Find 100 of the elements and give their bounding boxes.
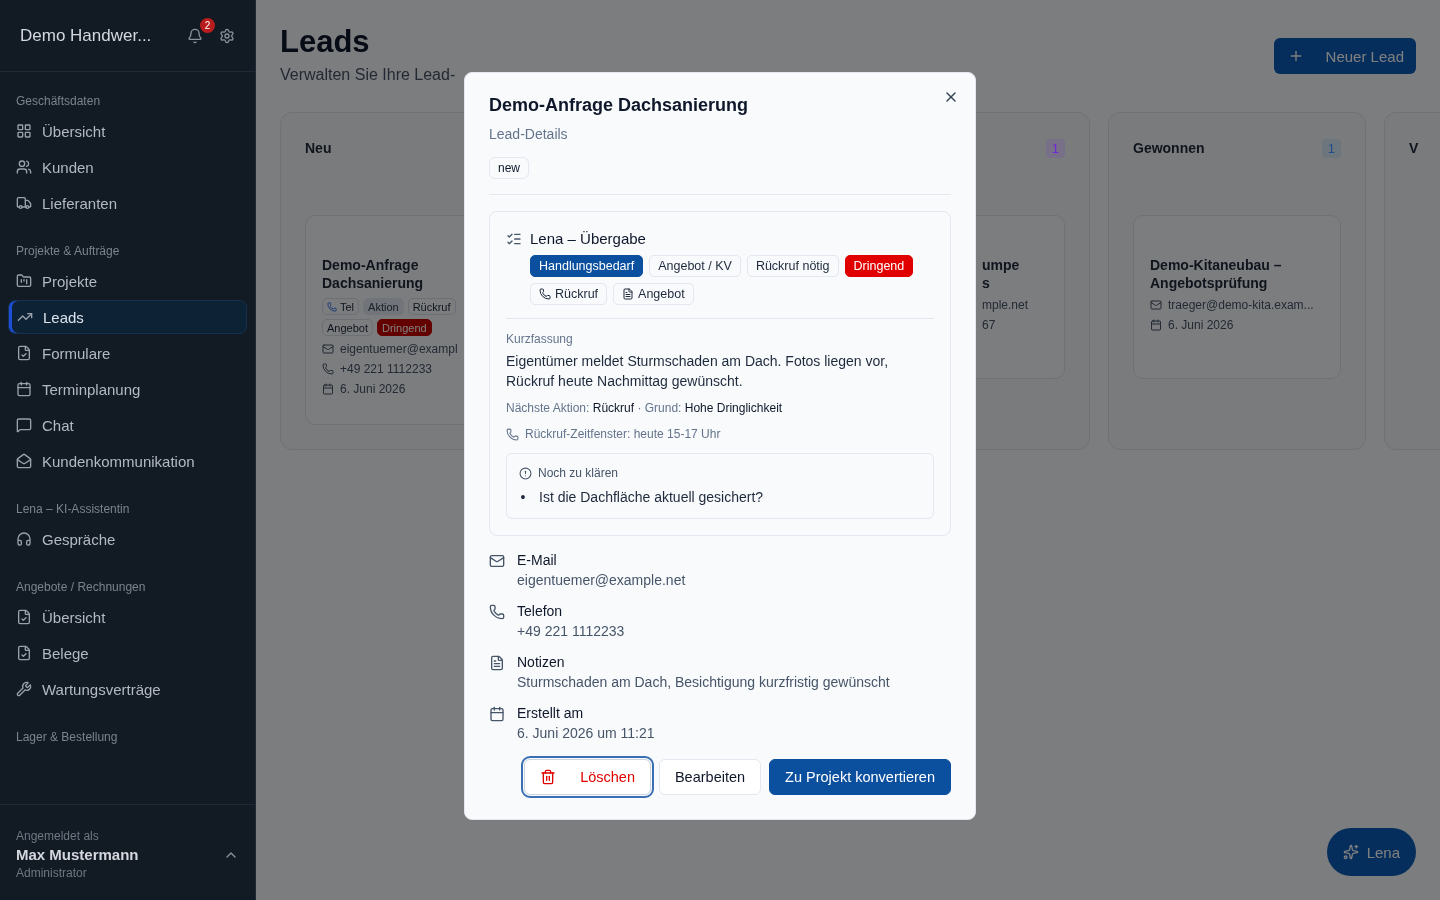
envelope-icon	[16, 453, 32, 469]
calendar-icon	[16, 381, 32, 397]
nav-section-title: Lena – KI-Assistentin	[15, 501, 131, 518]
convert-button[interactable]: Zu Projekt konvertieren	[769, 759, 951, 795]
tag: Aktion	[363, 298, 404, 315]
chat-icon	[16, 417, 32, 433]
grid-icon	[16, 123, 32, 139]
nav-item[interactable]: Belege	[8, 636, 247, 670]
settings-button[interactable]	[219, 27, 235, 44]
document-icon	[622, 288, 635, 300]
action-chip[interactable]: Rückruf	[530, 283, 608, 305]
card-phone: 67	[982, 318, 996, 332]
tag: Angebot	[322, 319, 373, 336]
detail-value: eigentuemer@example.net	[517, 572, 686, 588]
nav-section-title: Projekte & Aufträge	[15, 243, 121, 260]
tag: Rückruf nötig	[746, 255, 839, 277]
detail-value: Sturmschaden am Dach, Besichtigung kurzfristig gewünscht	[517, 674, 890, 690]
detail-label: Erstellt am	[517, 705, 585, 721]
brand-name: Demo Handwer...	[20, 25, 153, 46]
dialog-subtitle: Lead-Details	[489, 126, 569, 142]
nav-item[interactable]: Wartungsverträge	[8, 672, 247, 706]
card-date: 6. Juni 2026	[1168, 318, 1234, 332]
notification-button[interactable]	[187, 27, 203, 44]
file-check-icon	[16, 345, 32, 361]
open-questions-title: Noch zu klären	[538, 466, 619, 480]
count-badge: 1	[1045, 138, 1065, 158]
trash-icon	[540, 769, 557, 785]
lead-card[interactable]: Demo-Kitaneubau – Angebotsprüfung traeger@demo-kita.exam... 6. Juni 2026	[1133, 215, 1341, 379]
nav-section-title: Geschäftsdaten	[15, 93, 102, 110]
column-title: Neu	[305, 140, 332, 156]
tag: Tel	[322, 298, 360, 315]
folder-icon	[16, 273, 32, 289]
card-title: umpe s	[982, 256, 1021, 292]
tag: Angebot / KV	[649, 255, 741, 277]
truck-icon	[16, 195, 32, 211]
phone-icon	[506, 427, 519, 441]
tag: Dringend	[844, 255, 914, 277]
detail-label: Telefon	[517, 603, 564, 619]
users-icon	[16, 159, 32, 175]
nav-item[interactable]: Projekte	[8, 264, 247, 298]
dialog-title: Demo-Anfrage Dachsanierung	[489, 95, 750, 116]
detail-value: 6. Juni 2026 um 11:21	[517, 725, 655, 741]
mail-icon	[489, 553, 505, 569]
count-badge: 1	[1321, 138, 1341, 158]
column-title: V	[1409, 140, 1419, 156]
card-email: eigentuemer@exampl	[340, 342, 458, 356]
nav-item[interactable]: Terminplanung	[8, 372, 247, 406]
headphones-icon	[16, 531, 32, 547]
sparkle-icon	[1342, 844, 1359, 860]
card-phone: +49 221 1112233	[340, 362, 432, 376]
tag: Rückruf	[407, 298, 456, 315]
user-caption: Angemeldet als	[16, 829, 100, 843]
page-subtitle: Verwalten Sie Ihre Lead-	[280, 66, 456, 84]
callback-window-text: Rückruf-Zeitfenster: heute 15-17 Uhr	[525, 427, 721, 441]
alert-icon	[519, 466, 532, 480]
phone-icon	[539, 288, 551, 300]
card-email: mple.net	[982, 298, 1029, 312]
document-icon	[489, 655, 505, 671]
card-date: 6. Juni 2026	[340, 382, 406, 396]
bullet: •	[519, 488, 527, 506]
phone-icon	[327, 301, 337, 312]
question-item: Ist die Dachfläche aktuell gesichert?	[539, 488, 764, 506]
nav-section-title: Lager & Bestellung	[15, 729, 119, 746]
mail-icon	[1150, 299, 1162, 311]
card-email: traeger@demo-kita.exam...	[1168, 298, 1314, 312]
calendar-icon	[322, 383, 334, 395]
nav-item[interactable]: Leads	[8, 300, 247, 334]
nav-item[interactable]: Übersicht	[8, 600, 247, 634]
nav-item[interactable]: Übersicht	[8, 114, 247, 148]
phone-icon	[489, 604, 505, 620]
nav-item[interactable]: Kunden	[8, 150, 247, 184]
wrench-icon	[16, 681, 32, 697]
detail-label: Notizen	[517, 654, 566, 670]
tag: Handlungsbedarf	[530, 255, 644, 277]
user-role: Administrator	[16, 866, 88, 880]
tag: Dringend	[377, 319, 432, 336]
phone-icon	[322, 363, 334, 375]
nav-item[interactable]: Lieferanten	[8, 186, 247, 220]
page-title: Leads	[280, 24, 371, 60]
card-title: Demo-Anfrage Dachsanierung	[322, 256, 425, 292]
nav-item[interactable]: Formulare	[8, 336, 247, 370]
mail-icon	[322, 343, 334, 355]
detail-label: E-Mail	[517, 552, 558, 568]
action-chip[interactable]: Angebot	[613, 283, 694, 305]
notification-badge: 2	[200, 17, 215, 33]
calendar-icon	[489, 706, 505, 722]
handover-title: Lena – Übergabe	[530, 230, 646, 247]
edit-button[interactable]: Bearbeiten	[658, 759, 762, 795]
nav-section-title: Angebote / Rechnungen	[15, 579, 147, 596]
file-check-icon	[16, 609, 32, 625]
detail-value: +49 221 1112233	[517, 623, 625, 639]
delete-button[interactable]: Löschen	[524, 759, 651, 795]
nav-item[interactable]: Chat	[8, 408, 247, 442]
card-title: Demo-Kitaneubau – Angebotsprüfung	[1150, 256, 1283, 292]
nav-item[interactable]: Gespräche	[8, 522, 247, 556]
file-check-icon	[16, 645, 32, 661]
status-badge: new	[489, 157, 529, 179]
nav-item[interactable]: Kundenkommunikation	[8, 444, 247, 478]
column-title: Gewonnen	[1133, 140, 1205, 156]
user-name: Max Mustermann	[16, 846, 140, 863]
